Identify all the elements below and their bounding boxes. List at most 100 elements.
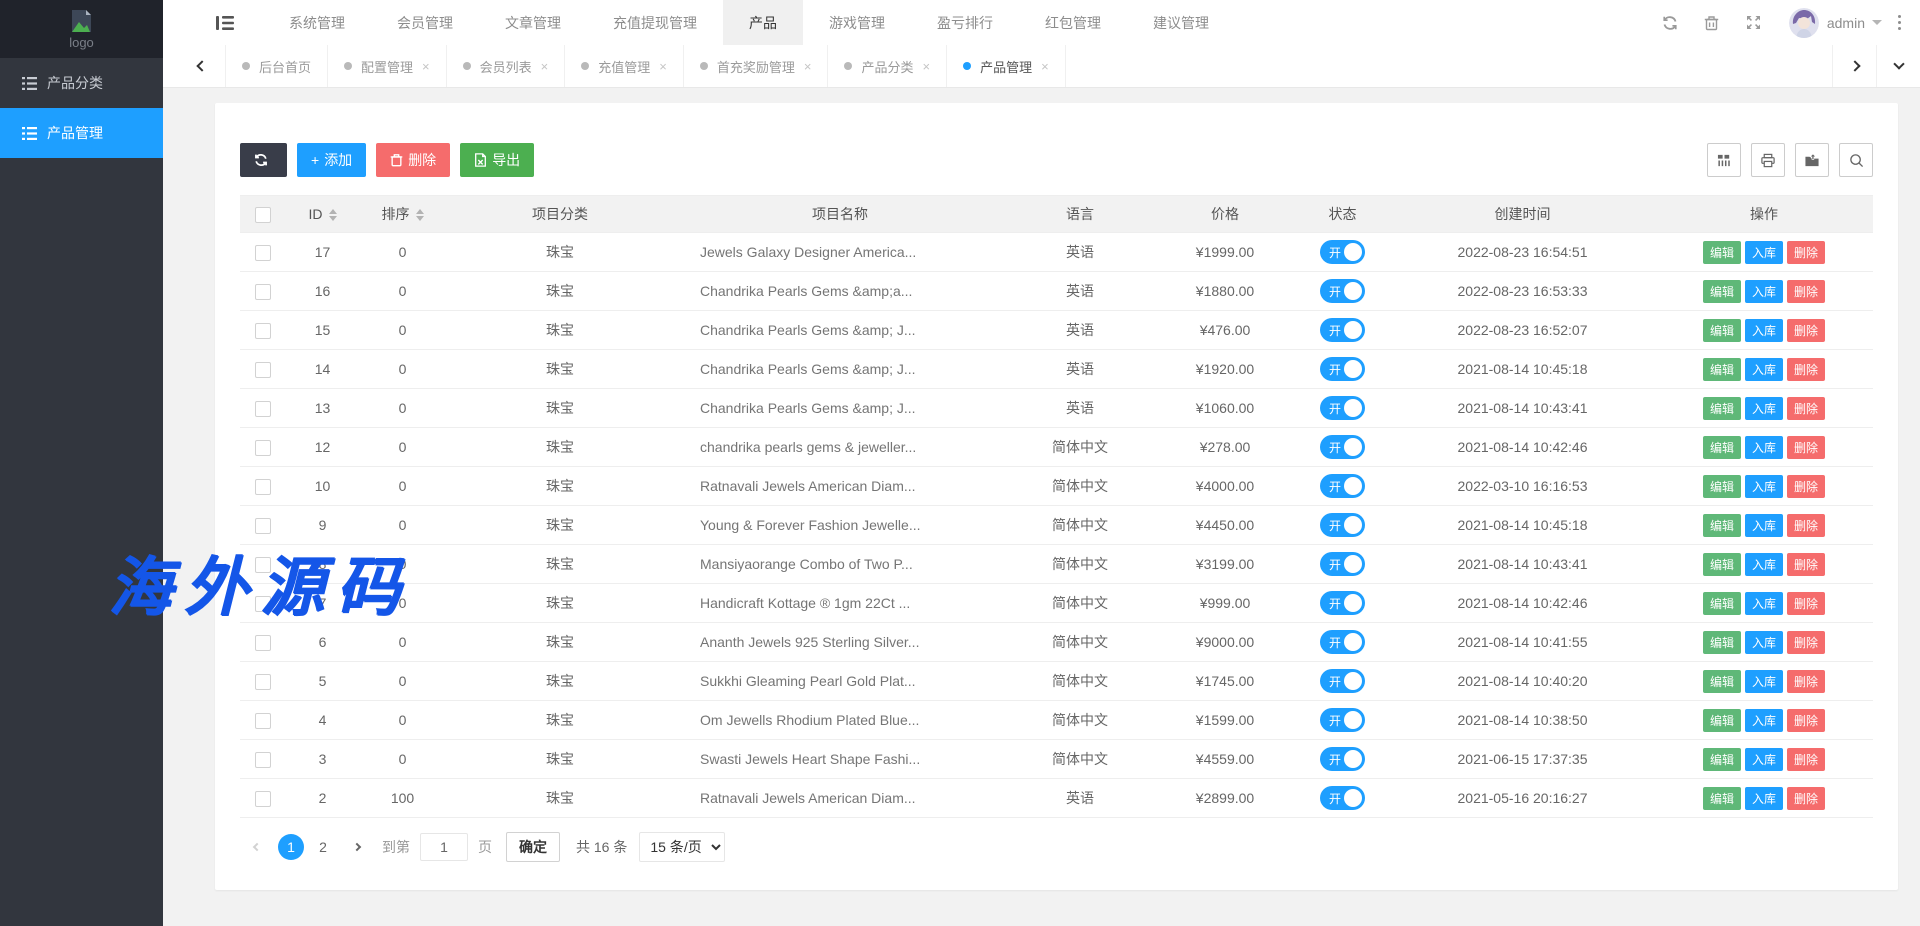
delete-row-button[interactable]: 删除 [1787,748,1825,771]
stock-in-button[interactable]: 入库 [1745,670,1783,693]
close-icon[interactable]: × [541,59,549,74]
row-checkbox[interactable] [255,557,271,573]
per-page-select[interactable]: 15 条/页 [639,832,725,862]
stock-in-button[interactable]: 入库 [1745,631,1783,654]
stock-in-button[interactable]: 入库 [1745,319,1783,342]
stock-in-button[interactable]: 入库 [1745,280,1783,303]
menu-item-5[interactable]: 产品 [723,0,803,45]
tab-6[interactable]: 产品分类× [827,45,946,87]
tabs-scroll-right[interactable] [1832,45,1876,87]
tab-2[interactable]: 配置管理× [327,45,446,87]
menu-item-2[interactable]: 会员管理 [371,0,479,45]
tab-7[interactable]: 产品管理× [946,45,1066,87]
delete-row-button[interactable]: 删除 [1787,319,1825,342]
row-checkbox[interactable] [255,245,271,261]
next-page-icon[interactable] [342,832,372,862]
tab-4[interactable]: 充值管理× [564,45,683,87]
row-checkbox[interactable] [255,479,271,495]
status-toggle[interactable]: 开 [1320,552,1365,576]
edit-button[interactable]: 编辑 [1703,475,1741,498]
status-toggle[interactable]: 开 [1320,318,1365,342]
prev-page-icon[interactable] [242,832,272,862]
menu-item-3[interactable]: 文章管理 [479,0,587,45]
row-checkbox[interactable] [255,518,271,534]
menu-item-7[interactable]: 盈亏排行 [911,0,1019,45]
edit-button[interactable]: 编辑 [1703,787,1741,810]
row-checkbox[interactable] [255,362,271,378]
stock-in-button[interactable]: 入库 [1745,475,1783,498]
export-button[interactable]: 导出 [460,143,534,177]
refresh-button[interactable] [240,143,287,177]
menu-item-6[interactable]: 游戏管理 [803,0,911,45]
close-icon[interactable]: × [804,59,812,74]
menu-item-1[interactable]: 系统管理 [263,0,371,45]
status-toggle[interactable]: 开 [1320,669,1365,693]
goto-page-input[interactable] [420,833,468,861]
row-checkbox[interactable] [255,635,271,651]
delete-row-button[interactable]: 删除 [1787,241,1825,264]
status-toggle[interactable]: 开 [1320,513,1365,537]
delete-row-button[interactable]: 删除 [1787,553,1825,576]
search-icon[interactable] [1839,143,1873,177]
sidebar-item-1[interactable]: 产品分类 [0,58,163,108]
row-checkbox[interactable] [255,440,271,456]
stock-in-button[interactable]: 入库 [1745,241,1783,264]
stock-in-button[interactable]: 入库 [1745,436,1783,459]
sort-icon[interactable] [329,209,337,221]
status-toggle[interactable]: 开 [1320,396,1365,420]
delete-row-button[interactable]: 删除 [1787,514,1825,537]
row-checkbox[interactable] [255,284,271,300]
edit-button[interactable]: 编辑 [1703,553,1741,576]
status-toggle[interactable]: 开 [1320,591,1365,615]
delete-row-button[interactable]: 删除 [1787,709,1825,732]
edit-button[interactable]: 编辑 [1703,514,1741,537]
sidebar-item-2[interactable]: 产品管理 [0,108,163,158]
delete-row-button[interactable]: 删除 [1787,280,1825,303]
delete-row-button[interactable]: 删除 [1787,787,1825,810]
delete-row-button[interactable]: 删除 [1787,670,1825,693]
delete-row-button[interactable]: 删除 [1787,631,1825,654]
menu-item-4[interactable]: 充值提现管理 [587,0,723,45]
stock-in-button[interactable]: 入库 [1745,514,1783,537]
menu-item-9[interactable]: 建议管理 [1127,0,1235,45]
tab-3[interactable]: 会员列表× [446,45,565,87]
delete-row-button[interactable]: 删除 [1787,592,1825,615]
export-data-icon[interactable] [1795,143,1829,177]
logo[interactable]: logo [0,0,163,58]
status-toggle[interactable]: 开 [1320,279,1365,303]
stock-in-button[interactable]: 入库 [1745,787,1783,810]
edit-button[interactable]: 编辑 [1703,436,1741,459]
stock-in-button[interactable]: 入库 [1745,709,1783,732]
close-icon[interactable]: × [1041,59,1049,74]
trash-icon[interactable] [1691,0,1733,45]
page-number-2[interactable]: 2 [310,834,336,860]
status-toggle[interactable]: 开 [1320,630,1365,654]
sort-icon[interactable] [416,209,424,221]
edit-button[interactable]: 编辑 [1703,670,1741,693]
tabs-scroll-left[interactable] [179,45,225,87]
stock-in-button[interactable]: 入库 [1745,592,1783,615]
select-all-checkbox[interactable] [255,207,271,223]
status-toggle[interactable]: 开 [1320,786,1365,810]
edit-button[interactable]: 编辑 [1703,358,1741,381]
page-number-1[interactable]: 1 [278,834,304,860]
status-toggle[interactable]: 开 [1320,240,1365,264]
row-checkbox[interactable] [255,713,271,729]
status-toggle[interactable]: 开 [1320,474,1365,498]
close-icon[interactable]: × [422,59,430,74]
columns-icon[interactable] [1707,143,1741,177]
add-button[interactable]: + 添加 [297,143,366,177]
stock-in-button[interactable]: 入库 [1745,553,1783,576]
status-toggle[interactable]: 开 [1320,747,1365,771]
close-icon[interactable]: × [922,59,930,74]
more-options-icon[interactable] [1882,0,1916,45]
fullscreen-icon[interactable] [1733,0,1775,45]
delete-row-button[interactable]: 删除 [1787,358,1825,381]
avatar[interactable] [1789,8,1819,38]
status-toggle[interactable]: 开 [1320,435,1365,459]
refresh-icon[interactable] [1649,0,1691,45]
delete-button[interactable]: 删除 [376,143,450,177]
row-checkbox[interactable] [255,323,271,339]
row-checkbox[interactable] [255,401,271,417]
hamburger-icon[interactable] [205,0,245,45]
